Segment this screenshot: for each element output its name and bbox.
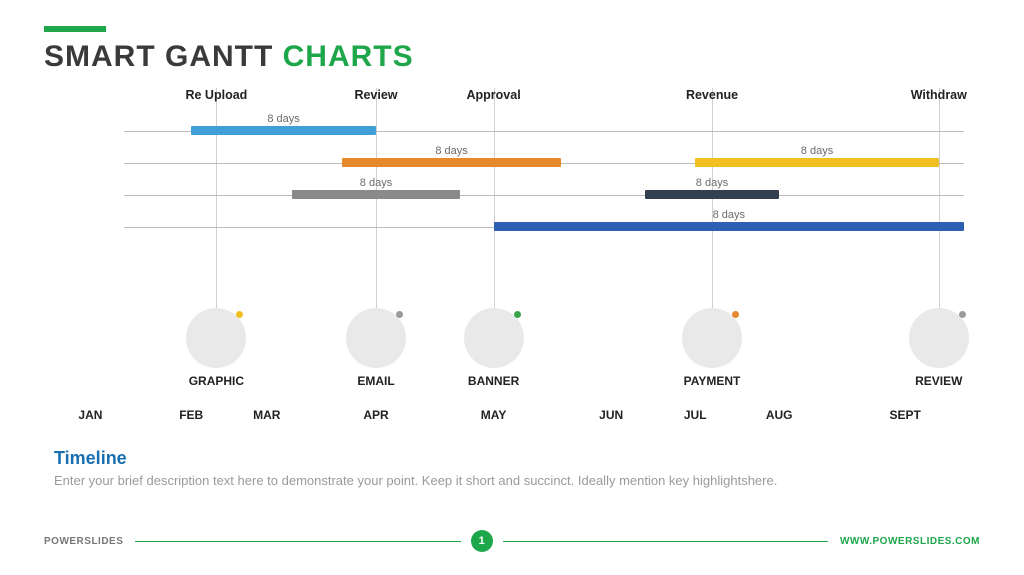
bubble-dot-icon [732,311,739,318]
footer-line-left [135,541,460,542]
title-part-2: CHARTS [283,40,414,73]
milestone-label: REVIEW [915,374,962,388]
gantt-bar-label: 8 days [713,209,745,221]
month-label: SEPT [890,408,921,422]
footer-line-right [503,541,828,542]
gantt-bar-label: 8 days [801,145,833,157]
gantt-bar-label: 8 days [360,177,392,189]
milestone-label: GRAPHIC [189,374,244,388]
title-accent [44,26,106,32]
phase-gridline [494,88,495,308]
milestone-bubble [682,308,742,368]
gantt-chart: Re Upload Review Approval Revenue Withdraw 8 … [124,88,964,308]
milestone-label: BANNER [468,374,519,388]
month-label: JUL [684,408,707,422]
gantt-bar-label: 8 days [267,113,299,125]
phase-gridline [939,88,940,308]
months-axis: JANFEBMARAPRMAYJUNJULAUGSEPT [124,404,964,430]
row-gridline [124,195,964,196]
milestone-bubble [909,308,969,368]
footer-brand-left: POWERSLIDES [44,536,123,547]
subtitle-block: Timeline Enter your brief description te… [44,448,980,488]
bubble-row: GRAPHIC EMAIL BANNER PAYMENT REVIEW [124,308,964,404]
phase-label: Withdraw [911,88,967,102]
bubble-dot-icon [959,311,966,318]
gantt-bar [645,190,779,199]
phase-label: Review [354,88,397,102]
gantt-bar-label: 8 days [696,177,728,189]
gantt-bar [292,190,460,199]
month-label: JAN [78,408,102,422]
phase-label: Re Upload [185,88,247,102]
subtitle-body: Enter your brief description text here t… [54,473,970,488]
phase-gridline [216,88,217,308]
footer-page-number: 1 [471,530,493,552]
phase-label: Revenue [686,88,738,102]
subtitle-heading: Timeline [54,448,970,469]
milestone-label: PAYMENT [684,374,741,388]
gantt-bar [191,126,376,135]
bubble-dot-icon [236,311,243,318]
milestone-bubble [186,308,246,368]
month-label: JUN [599,408,623,422]
footer-brand-right: WWW.POWERSLIDES.COM [840,536,980,547]
month-label: MAR [253,408,280,422]
footer: POWERSLIDES 1 WWW.POWERSLIDES.COM [44,527,980,555]
title-part-1: SMART GANTT [44,40,283,73]
gantt-bar-label: 8 days [435,145,467,157]
month-label: FEB [179,408,203,422]
slide-root: SMART GANTT CHARTS Re Upload Review Approv… [0,0,1024,575]
page-title: SMART GANTT CHARTS [44,40,980,74]
bubble-dot-icon [396,311,403,318]
milestone-bubble [464,308,524,368]
milestone-bubble [346,308,406,368]
gantt-bar [342,158,560,167]
month-label: APR [363,408,388,422]
phase-label: Approval [467,88,521,102]
gantt-bar [494,222,964,231]
month-label: MAY [481,408,507,422]
month-label: AUG [766,408,793,422]
bubble-dot-icon [514,311,521,318]
milestone-label: EMAIL [357,374,394,388]
gantt-bar [695,158,939,167]
